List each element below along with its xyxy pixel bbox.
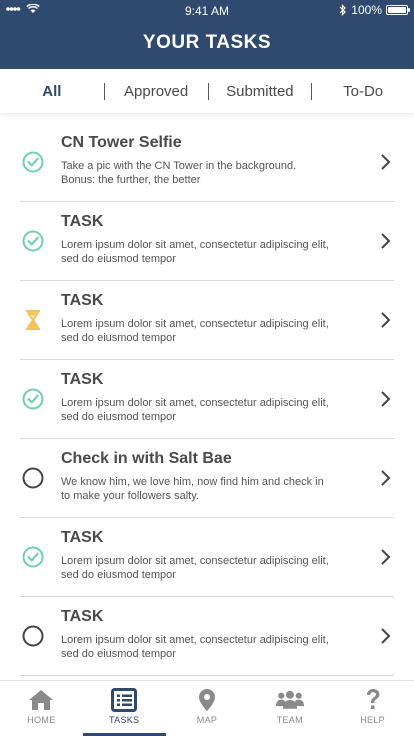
status-icon-slot — [22, 625, 44, 647]
help-icon — [359, 688, 387, 712]
task-description: Lorem ipsum dolor sit amet, consectetur … — [61, 318, 329, 344]
map-pin-icon — [193, 688, 221, 712]
task-description: We know him, we love him, now find him a… — [61, 476, 324, 502]
task-description: Lorem ipsum dolor sit amet, consectetur … — [61, 555, 329, 581]
task-title: TASK — [61, 371, 104, 388]
chevron-right-icon — [381, 312, 391, 328]
nav-label: MAP — [196, 715, 218, 725]
page-title: YOUR TASKS — [142, 32, 272, 53]
chevron-right-icon — [381, 628, 391, 644]
battery-percent: 100% — [351, 3, 382, 17]
check-circle-icon — [22, 388, 44, 410]
nav-help[interactable]: HELP — [331, 681, 414, 736]
task-item[interactable]: TASK Lorem ipsum dolor sit amet, consect… — [20, 360, 394, 439]
status-right: 100% — [339, 3, 410, 17]
chevron-right-icon — [381, 154, 391, 170]
task-description: Lorem ipsum dolor sit amet, consectetur … — [61, 397, 329, 423]
status-icon-slot — [22, 309, 44, 331]
task-title: CN Tower Selfie — [61, 134, 182, 151]
nav-label: TEAM — [276, 715, 303, 725]
bluetooth-icon — [339, 4, 347, 16]
task-title: TASK — [61, 213, 104, 230]
task-item[interactable]: Check in with Salt Bae We know him, we l… — [20, 439, 394, 518]
nav-label: HOME — [27, 715, 56, 725]
nav-label: TASKS — [109, 715, 140, 725]
nav-map[interactable]: MAP — [166, 681, 249, 736]
task-description: Lorem ipsum dolor sit amet, consectetur … — [61, 634, 329, 660]
empty-circle-icon — [22, 467, 44, 489]
task-item[interactable]: TASK Lorem ipsum dolor sit amet, consect… — [20, 518, 394, 597]
status-icon-slot — [22, 151, 44, 173]
task-item[interactable]: TASK Lorem ipsum dolor sit amet, consect… — [20, 597, 394, 676]
status-icon-slot — [22, 546, 44, 568]
chevron-right-icon — [381, 233, 391, 249]
task-item[interactable]: TASK Lorem ipsum dolor sit amet, consect… — [20, 281, 394, 360]
tab-approved[interactable]: Approved — [105, 83, 208, 100]
task-description: Lorem ipsum dolor sit amet, consectetur … — [61, 239, 329, 265]
status-bar: 9:41 AM 100% — [0, 0, 414, 22]
task-title: TASK — [61, 529, 104, 546]
filter-tabs: All Approved Submitted To-Do — [0, 69, 414, 113]
task-description: Take a pic with the CN Tower in the back… — [61, 160, 297, 186]
battery-level — [388, 7, 406, 13]
nav-home[interactable]: HOME — [0, 681, 83, 736]
empty-circle-icon — [22, 625, 44, 647]
task-title: Check in with Salt Bae — [61, 450, 232, 467]
hourglass-icon — [26, 310, 40, 330]
nav-label: HELP — [360, 715, 385, 725]
check-circle-icon — [22, 151, 44, 173]
status-icon-slot — [22, 467, 44, 489]
home-icon — [27, 688, 55, 712]
chevron-right-icon — [381, 391, 391, 407]
task-title: TASK — [61, 608, 104, 625]
nav-tasks[interactable]: TASKS — [82, 681, 166, 736]
tab-to-do[interactable]: To-Do — [312, 83, 414, 100]
status-icon-slot — [22, 230, 44, 252]
battery-icon — [386, 5, 410, 15]
check-circle-icon — [22, 546, 44, 568]
task-title: TASK — [61, 292, 104, 309]
task-list: CN Tower Selfie Take a pic with the CN T… — [0, 123, 414, 680]
chevron-right-icon — [381, 470, 391, 486]
status-icon-slot — [22, 388, 44, 410]
check-circle-icon — [22, 230, 44, 252]
task-item[interactable]: CN Tower Selfie Take a pic with the CN T… — [20, 123, 394, 202]
nav-team[interactable]: TEAM — [248, 681, 331, 736]
bottom-nav: HOME TASKS MAP TEAM HELP — [0, 680, 414, 736]
app-screen: 9:41 AM 100% YOUR TASKS All Approved Sub… — [0, 0, 414, 736]
task-item[interactable]: TASK Lorem ipsum dolor sit amet, consect… — [20, 202, 394, 281]
chevron-right-icon — [381, 549, 391, 565]
task-list-icon — [110, 688, 138, 712]
team-icon — [275, 688, 304, 712]
tab-submitted[interactable]: Submitted — [209, 83, 312, 100]
header: 9:41 AM 100% YOUR TASKS — [0, 0, 414, 69]
tab-all[interactable]: All — [0, 83, 104, 100]
